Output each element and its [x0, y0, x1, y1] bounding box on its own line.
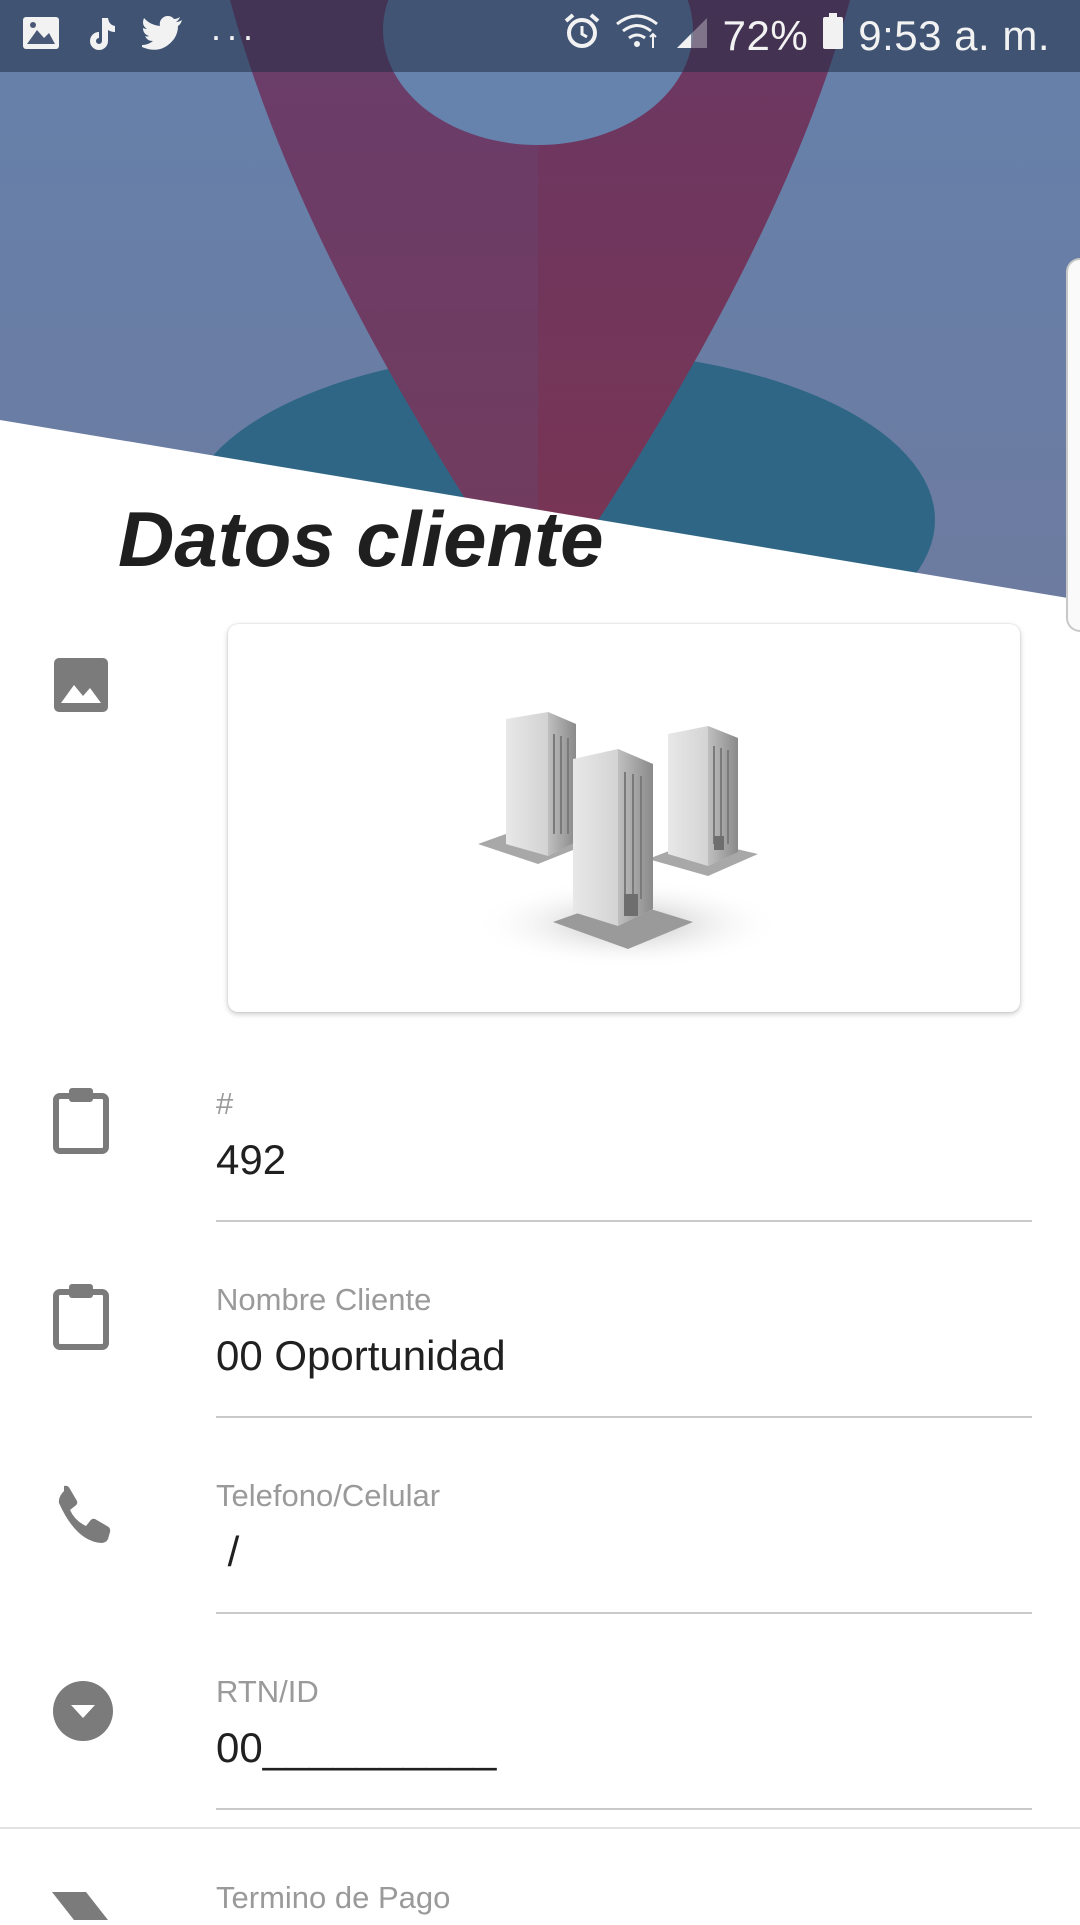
wifi-icon: [615, 12, 661, 60]
field-value[interactable]: 492: [216, 1136, 1032, 1184]
field-label: RTN/ID: [216, 1674, 319, 1709]
label-arrow-icon: [52, 1892, 112, 1925]
field-underline: [216, 1220, 1032, 1222]
scroll-indicator[interactable]: [1066, 258, 1080, 632]
buildings-image: [473, 712, 783, 969]
field-underline: [216, 1612, 1032, 1614]
field-number[interactable]: # 492: [216, 1086, 1032, 1222]
field-value[interactable]: /: [216, 1528, 1032, 1576]
battery-icon: [822, 12, 844, 60]
field-rtn-id[interactable]: RTN/ID 00__________: [216, 1674, 1032, 1810]
field-label: Nombre Cliente: [216, 1282, 432, 1317]
clipboard-icon: [52, 1086, 110, 1159]
alarm-icon: [563, 12, 601, 60]
section-divider: [0, 1827, 1080, 1829]
more-dots-icon: ···: [210, 15, 258, 56]
field-client-name[interactable]: Nombre Cliente 00 Oportunidad: [216, 1282, 1032, 1418]
field-underline: [216, 1416, 1032, 1418]
tiktok-icon: [86, 12, 116, 60]
field-label: Termino de Pago: [216, 1880, 451, 1915]
signal-icon: [675, 12, 709, 60]
field-value[interactable]: 00__________: [216, 1724, 1032, 1772]
clipboard-icon: [52, 1282, 110, 1355]
image-icon: [52, 656, 110, 719]
field-value[interactable]: 00 Oportunidad: [216, 1332, 1032, 1380]
dropdown-circle-icon[interactable]: [52, 1680, 114, 1747]
field-label: Telefono/Celular: [216, 1478, 441, 1513]
field-phone[interactable]: Telefono/Celular /: [216, 1478, 1032, 1614]
page-title: Datos cliente: [118, 495, 604, 583]
field-payment-term[interactable]: Termino de Pago: [216, 1880, 1032, 1916]
battery-percent: 72%: [722, 12, 809, 59]
field-underline: [216, 1808, 1032, 1810]
gallery-icon: [22, 12, 60, 60]
status-time: 9:53 a. m.: [858, 12, 1050, 59]
status-bar: ··· 72% 9:53 a. m.: [0, 0, 1080, 72]
phone-icon: [52, 1484, 112, 1549]
client-image-card[interactable]: [228, 624, 1020, 1012]
field-label: #: [216, 1086, 234, 1121]
twitter-icon: [138, 12, 184, 60]
